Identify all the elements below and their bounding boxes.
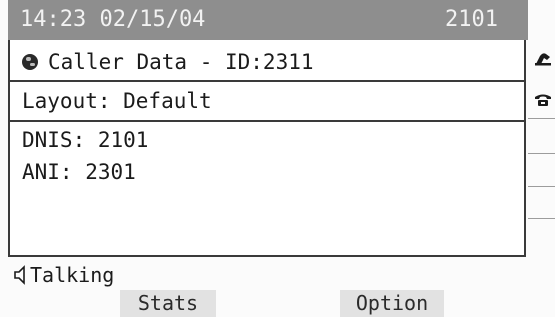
caller-data-title: Caller Data - ID:2311 (10, 44, 524, 80)
phone-display: 14:23 02/15/04 2101 Caller Data - ID:231… (0, 0, 555, 317)
line-key-divider (528, 118, 555, 119)
handset-off-hook-icon[interactable] (534, 50, 552, 66)
divider (10, 80, 524, 82)
ani-field: ANI: 2301 (22, 160, 136, 184)
status-bar: 14:23 02/15/04 2101 (8, 0, 528, 40)
globe-icon (22, 54, 38, 70)
line-key-divider (528, 186, 555, 187)
phone-icon[interactable] (534, 92, 552, 108)
date-time: 14:23 02/15/04 (20, 7, 206, 32)
line-key-divider (528, 153, 555, 154)
dnis-field: DNIS: 2101 (22, 128, 149, 152)
caller-data-panel: Caller Data - ID:2311 Layout: Default DN… (8, 40, 526, 257)
option-softkey[interactable]: Option (340, 290, 444, 317)
extension-number: 2101 (445, 7, 498, 32)
line-key-divider (528, 218, 555, 219)
call-state-label: Talking (30, 263, 115, 287)
layout-field: Layout: Default (22, 89, 212, 113)
speaker-icon (14, 265, 25, 285)
caller-data-title-text: Caller Data - ID:2311 (48, 50, 314, 74)
stats-softkey[interactable]: Stats (120, 290, 216, 317)
call-state: Talking (12, 262, 114, 288)
